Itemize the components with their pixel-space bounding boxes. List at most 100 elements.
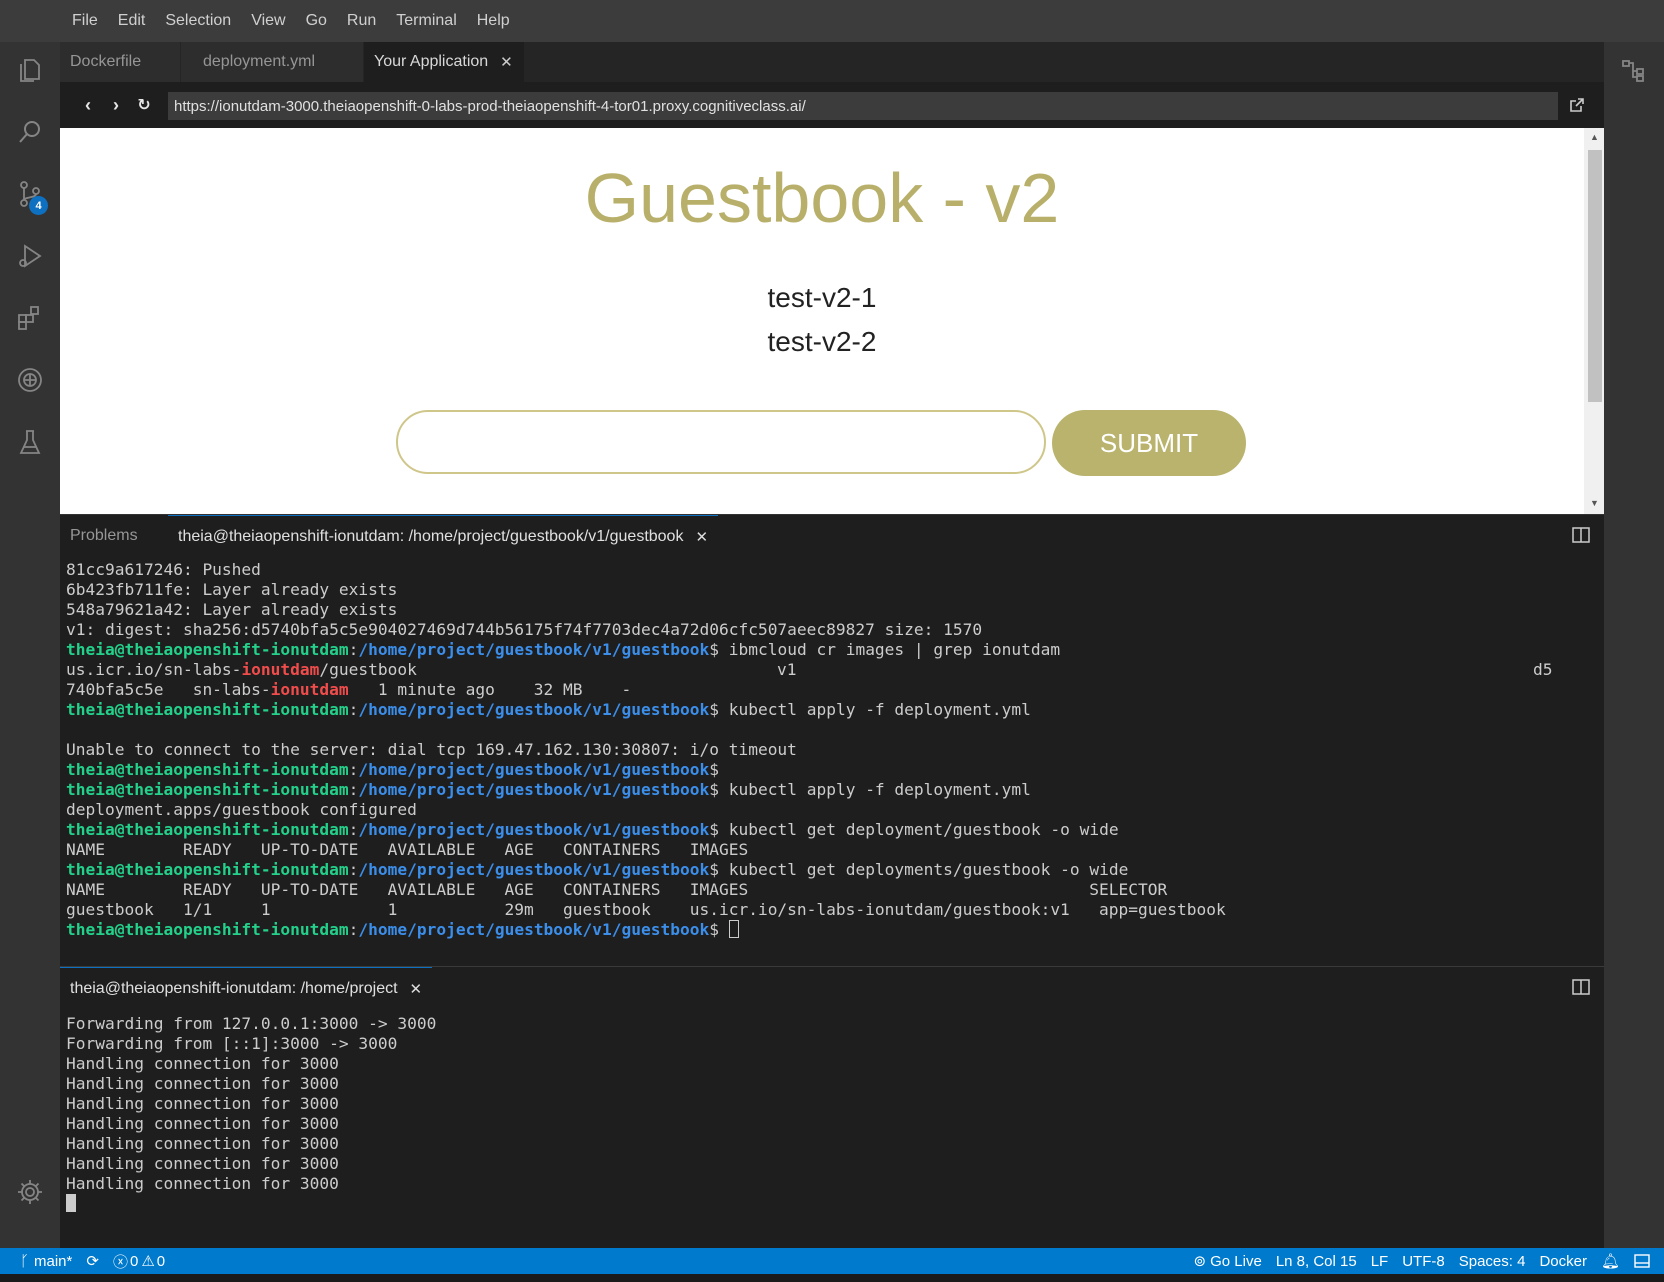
remote-icon[interactable] [0,352,60,408]
text-segment: 740bfa5c5e sn-labs- [66,680,271,699]
terminal-line: guestbook 1/1 1 1 29m guestbook us.icr.i… [66,900,1226,919]
problems-indicator[interactable]: ⓧ 0 ⚠ 0 [113,1251,165,1272]
terminal-output[interactable]: Forwarding from 127.0.0.1:3000 -> 3000 Fo… [66,1014,436,1214]
extensions-icon[interactable] [0,290,60,346]
prompt-path: /home/project/guestbook/v1/guestbook [358,760,710,779]
branch-name: main* [34,1252,73,1270]
scroll-up-icon[interactable]: ▲ [1590,132,1599,142]
guestbook-entry: test-v2-1 [767,282,877,313]
indentation-indicator[interactable]: Spaces: 4 [1459,1253,1526,1270]
warning-icon: ⚠ [141,1253,155,1270]
text-segment: us.icr.io/sn-labs- [66,660,242,679]
tab-terminal-project[interactable]: theia@theiaopenshift-ionutdam: /home/pro… [60,967,433,1010]
source-control-icon[interactable]: 4 [0,166,60,222]
go-live-button[interactable]: ⊚ Go Live [1193,1252,1262,1271]
settings-gear-icon[interactable] [0,1164,60,1220]
editor-tabs: Dockerfile deployment.yml Your Applicati… [60,42,1604,82]
tab-your-application[interactable]: Your Application ✕ [364,42,525,82]
broadcast-icon: ⊚ [1193,1253,1207,1270]
command: kubectl get deployments/guestbook -o wid… [728,860,1129,879]
truncated-text: d5 [1533,660,1553,679]
image-tag: v1 [777,660,797,679]
activity-bar: 4 [0,42,60,1248]
bell-icon[interactable]: 🔔︎ [1601,1252,1620,1270]
terminal-line: 6b423fb711fe: Layer already exists [66,580,398,599]
language-mode[interactable]: Docker [1539,1253,1587,1270]
prompt-path: /home/project/guestbook/v1/guestbook [358,860,710,879]
menu-bar: File Edit Selection View Go Run Terminal… [0,0,1664,42]
tab-label: Dockerfile [70,53,142,70]
menu-run[interactable]: Run [347,12,376,30]
menu-view[interactable]: View [251,12,285,30]
testing-icon[interactable] [0,414,60,470]
right-side-bar [1604,42,1664,1248]
run-debug-icon[interactable] [0,228,60,284]
menu-go[interactable]: Go [306,12,327,30]
menu-terminal[interactable]: Terminal [396,12,456,30]
prompt-path: /home/project/guestbook/v1/guestbook [358,920,710,939]
terminal-prompt-line: theia@theiaopenshift-ionutdam:/home/proj… [66,780,1031,799]
highlight-match: ionutdam [270,680,349,699]
split-terminal-icon[interactable] [1572,979,1590,995]
sync-icon[interactable]: ⟳ [86,1252,99,1270]
command: ibmcloud cr images | grep ionutdam [728,640,1061,659]
terminal-line: Handling connection for 3000 [66,1154,339,1173]
open-external-icon[interactable] [1568,96,1586,114]
prompt-user: theia@theiaopenshift-ionutdam [66,780,349,799]
menu-help[interactable]: Help [477,12,510,30]
guestbook-input[interactable] [396,410,1046,474]
terminal-line: Handling connection for 3000 [66,1174,339,1193]
terminal-prompt-line: theia@theiaopenshift-ionutdam:/home/proj… [66,700,1031,719]
tab-problems[interactable]: Problems [70,515,138,557]
close-icon[interactable]: ✕ [500,53,513,71]
search-icon[interactable] [0,104,60,160]
terminal-prompt-line: theia@theiaopenshift-ionutdam:/home/proj… [66,860,1129,879]
tab-deployment-yml[interactable]: deployment.yml [181,42,364,82]
window-bottom-edge [0,1274,1664,1282]
tab-terminal-guestbook[interactable]: theia@theiaopenshift-ionutdam: /home/pro… [168,515,719,558]
back-icon[interactable]: ‹ [74,95,102,116]
command: kubectl apply -f deployment.yml [728,780,1031,799]
text-segment: /guestbook [319,660,417,679]
prompt-user: theia@theiaopenshift-ionutdam [66,860,349,879]
panel-tabs: Problems theia@theiaopenshift-ionutdam: … [60,514,1604,556]
outline-icon[interactable] [1604,42,1664,98]
terminal-output[interactable]: 81cc9a617246: Pushed 6b423fb711fe: Layer … [66,560,1553,940]
scrollbar-thumb[interactable] [1588,150,1602,402]
submit-button[interactable]: SUBMIT [1052,410,1246,476]
cursor-position[interactable]: Ln 8, Col 15 [1276,1253,1357,1270]
tab-dockerfile[interactable]: Dockerfile [60,42,181,82]
url-input[interactable] [168,92,1558,120]
scroll-down-icon[interactable]: ▼ [1590,498,1599,508]
go-live-label: Go Live [1210,1252,1262,1270]
terminal-line: v1: digest: sha256:d5740bfa5c5e904027469… [66,620,983,639]
tab-label: Problems [70,527,138,544]
terminal-line: 548a79621a42: Layer already exists [66,600,398,619]
scm-badge: 4 [29,196,48,215]
forward-icon[interactable]: › [102,95,130,116]
branch-indicator[interactable]: ᚴ main* [20,1253,72,1270]
close-icon[interactable]: ✕ [695,528,708,546]
tab-label: theia@theiaopenshift-ionutdam: /home/pro… [178,528,684,545]
menu-edit[interactable]: Edit [118,12,146,30]
tab-label: Your Application [374,53,489,70]
status-right: ⊚ Go Live Ln 8, Col 15 LF UTF-8 Spaces: 4… [1194,1248,1664,1274]
terminal-prompt-line: theia@theiaopenshift-ionutdam:/home/proj… [66,760,719,779]
layout-icon[interactable] [1634,1254,1650,1268]
terminal-line: us.icr.io/sn-labs-ionutdam/guestbook v1 d5 [66,660,1553,680]
encoding-indicator[interactable]: UTF-8 [1402,1253,1445,1270]
close-icon[interactable]: ✕ [410,980,423,998]
refresh-icon[interactable]: ↻ [130,95,158,115]
terminal-line: 740bfa5c5e sn-labs-ionutdam 1 minute ago… [66,680,1226,700]
tab-label: deployment.yml [203,53,316,70]
terminal-cursor [728,920,739,938]
prompt-user: theia@theiaopenshift-ionutdam [66,640,349,659]
menu-selection[interactable]: Selection [165,12,231,30]
terminal-line: Handling connection for 3000 [66,1054,339,1073]
webview-scrollbar[interactable]: ▲ ▼ [1584,128,1604,514]
explorer-icon[interactable] [0,42,60,98]
menu-file[interactable]: File [72,12,98,30]
eol-indicator[interactable]: LF [1371,1253,1389,1270]
split-terminal-icon[interactable] [1572,527,1590,543]
